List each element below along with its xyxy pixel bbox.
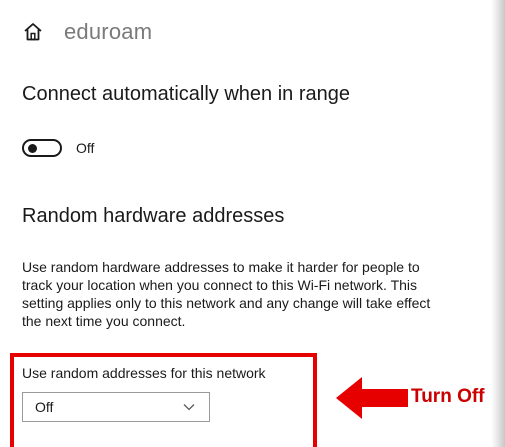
description-line: setting applies only to this network and…: [22, 295, 431, 311]
auto-connect-title: Connect automatically when in range: [22, 83, 350, 105]
home-icon[interactable]: [22, 21, 44, 43]
random-addresses-label: Use random addresses for this network: [22, 365, 266, 381]
chevron-down-icon: [183, 404, 195, 411]
auto-connect-toggle-state: Off: [76, 140, 95, 156]
random-hw-title: Random hardware addresses: [22, 205, 285, 227]
arrow-left-icon: [336, 377, 408, 419]
page-header: eduroam: [22, 16, 152, 48]
auto-connect-toggle-row: Off: [22, 139, 94, 157]
network-name: eduroam: [64, 19, 153, 44]
dropdown-selected-value: Off: [35, 399, 54, 415]
window-edge-shadow: [491, 0, 505, 447]
description-line: track your location when you connect to …: [22, 277, 418, 293]
random-hw-description: Use random hardware addresses to make it…: [22, 258, 492, 330]
description-line: Use random hardware addresses to make it…: [22, 259, 420, 275]
wifi-network-settings-page: eduroam Connect automatically when in ra…: [0, 0, 505, 447]
description-line: the next time you connect.: [22, 313, 186, 329]
annotation-text: Turn Off: [411, 386, 485, 407]
auto-connect-toggle[interactable]: [22, 139, 62, 157]
random-addresses-dropdown[interactable]: Off: [22, 392, 210, 422]
toggle-knob: [28, 144, 37, 153]
